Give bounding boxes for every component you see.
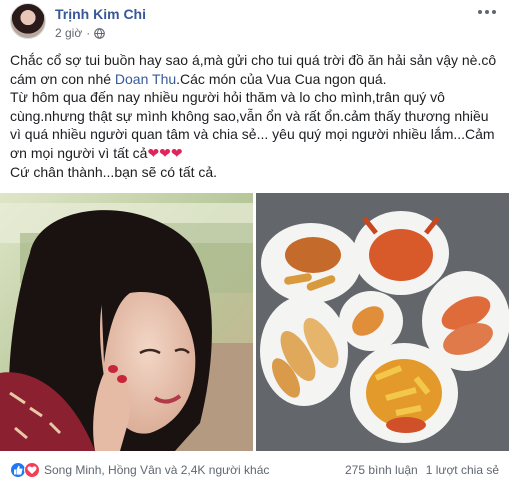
author-name[interactable]: Trịnh Kim Chi [55,6,146,22]
post-footer: Song Minh, Hồng Vân và 2,4K người khác 2… [0,455,509,485]
more-dot-icon [485,10,489,14]
more-dot-icon [492,10,496,14]
love-icon [24,462,40,478]
post-paragraph-2: Từ hôm qua đến nay nhiều người hỏi thăm … [10,89,495,161]
shares-count[interactable]: 1 lượt chia sẻ [426,463,499,477]
reactions-summary[interactable]: Song Minh, Hồng Vân và 2,4K người khác [10,462,269,478]
heart-emoji: ❤❤❤ [147,144,183,161]
mention-link[interactable]: Doan Thu [115,71,176,87]
more-options-button[interactable] [475,4,499,20]
more-dot-icon [478,10,482,14]
post-paragraph-3: Cứ chân thành...bạn sẽ có tất cả. [10,163,218,180]
post-time[interactable]: 2 giờ [55,26,82,40]
food-image [256,193,509,451]
photo-food[interactable] [256,193,509,451]
post-meta: 2 giờ · [55,26,106,40]
post-paragraph-1: Chắc cổ sợ tui buồn hay sao á,mà gửi cho… [10,52,497,87]
post-stats: 275 bình luận 1 lượt chia sẻ [345,463,499,477]
post-header: Trịnh Kim Chi 2 giờ · [0,0,509,44]
globe-icon [94,27,106,39]
portrait-image [0,193,253,451]
author-avatar[interactable] [10,3,46,39]
comments-count[interactable]: 275 bình luận [345,463,418,477]
photo-portrait[interactable] [0,193,253,451]
post-text: Chắc cổ sợ tui buồn hay sao á,mà gửi cho… [10,51,502,181]
reaction-names: Song Minh, Hồng Vân và 2,4K người khác [44,463,270,477]
